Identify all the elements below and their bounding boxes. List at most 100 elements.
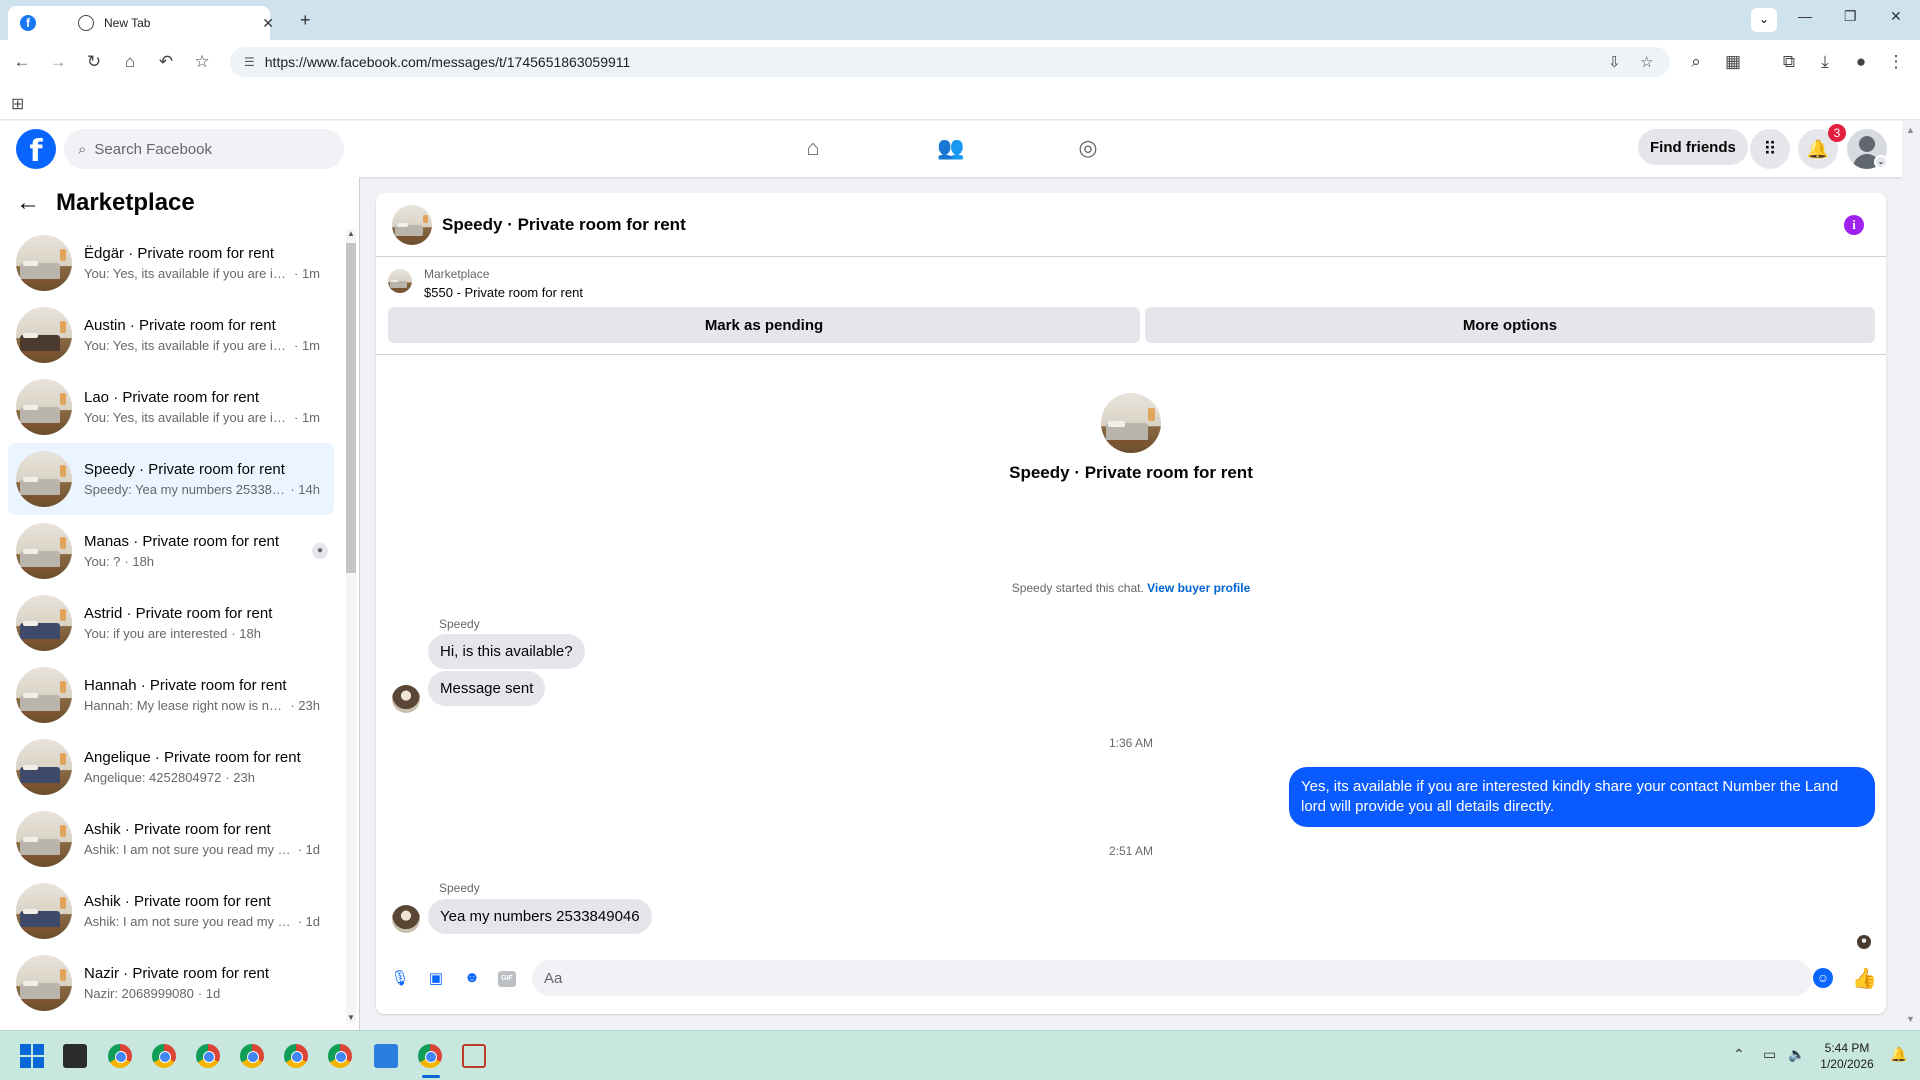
read-receipt-avatar [1857, 935, 1871, 949]
intro-thumbnail[interactable] [1101, 393, 1161, 453]
microphone-icon[interactable]: 🎙 [390, 969, 410, 989]
chat-title[interactable]: Speedy · Private room for rent [442, 215, 686, 235]
emoji-icon[interactable]: ☺ [1813, 968, 1833, 988]
photo-icon[interactable]: ▣ [426, 969, 446, 989]
globe-icon [78, 15, 94, 31]
system-clock[interactable]: 5:44 PM 1/20/2026 [1812, 1040, 1882, 1072]
back-icon[interactable]: ← [11, 52, 33, 72]
tab-new-tab[interactable]: New Tab ✕ [66, 6, 286, 40]
mark-as-pending-button[interactable]: Mark as pending [388, 307, 1140, 343]
home-nav-icon[interactable]: ⌂ [797, 135, 829, 163]
conversation-item[interactable]: Austin · Private room for rent You: Yes, … [8, 299, 334, 371]
conversation-preview: You: ? [84, 554, 121, 569]
zoom-icon[interactable]: ⌕ [1685, 52, 1707, 72]
install-app-icon[interactable]: ⇩ [1608, 53, 1621, 71]
profile-icon[interactable]: ● [1850, 52, 1872, 72]
chat-started-notice: Speedy started this chat. View buyer pro… [376, 581, 1886, 595]
incoming-message[interactable]: Hi, is this available? [428, 634, 585, 669]
outgoing-message[interactable]: Yes, its available if you are interested… [1289, 767, 1875, 827]
minimize-icon[interactable]: — [1798, 8, 1812, 24]
windows-start-icon[interactable] [20, 1044, 44, 1068]
crop-icon[interactable]: ⧉ [1778, 52, 1800, 72]
conversation-item[interactable]: Hannah · Private room for rent Hannah: My… [8, 659, 334, 731]
conversation-item[interactable]: Lao · Private room for rent You: Yes, its… [8, 371, 334, 443]
conversation-name: Astrid · Private room for rent [84, 605, 273, 622]
view-buyer-profile-link[interactable]: View buyer profile [1147, 581, 1250, 595]
conversation-item[interactable]: Angelique · Private room for rent Angeliq… [8, 731, 334, 803]
find-friends-button[interactable]: Find friends [1638, 129, 1748, 165]
close-tab-icon[interactable]: ✕ [262, 15, 274, 32]
listing-thumbnail[interactable] [388, 269, 412, 293]
bookmark-page-icon[interactable]: ☆ [1640, 53, 1653, 71]
message-input[interactable] [532, 960, 1812, 996]
listing-price-title[interactable]: $550 - Private room for rent [424, 285, 583, 300]
conversation-name: Nazir · Private room for rent [84, 965, 270, 982]
chrome-profile-icon[interactable] [328, 1044, 352, 1068]
conversation-item[interactable]: Manas · Private room for rent You: ? · 18h… [8, 515, 334, 587]
menu-grid-icon[interactable]: ⠿ [1750, 129, 1790, 169]
chrome-profile-icon[interactable] [196, 1044, 220, 1068]
chrome-profile-icon[interactable] [152, 1044, 176, 1068]
chrome-profile-icon[interactable] [284, 1044, 308, 1068]
home-icon[interactable]: ⌂ [119, 52, 141, 72]
sidebar-scrollbar[interactable]: ▲ ▼ [346, 229, 356, 1024]
conversation-time: · 1m [294, 338, 320, 353]
sidebar-header: ← Marketplace [16, 189, 195, 217]
conversation-item[interactable]: Speedy · Private room for rent Speedy: Ye… [8, 443, 334, 515]
conversation-item[interactable]: Ëdgär · Private room for rent You: Yes, i… [8, 227, 334, 299]
notification-bell-icon[interactable]: 🔔 [1890, 1046, 1907, 1063]
undo-icon[interactable]: ↶ [155, 52, 177, 72]
search-input[interactable] [94, 140, 315, 158]
info-icon[interactable]: i [1844, 215, 1864, 235]
new-tab-plus-icon[interactable]: + [300, 10, 311, 31]
reload-icon[interactable]: ↻ [83, 52, 105, 72]
active-app-indicator [422, 1075, 440, 1078]
bookmarks-bar: ⊞ [0, 84, 1920, 120]
downloads-icon[interactable]: ⤓ [1814, 52, 1836, 72]
chrome-profile-icon[interactable] [108, 1044, 132, 1068]
forward-icon[interactable]: → [47, 52, 69, 72]
chat-header: Speedy · Private room for rent i [376, 193, 1886, 257]
incoming-message[interactable]: Yea my numbers 2533849046 [428, 899, 652, 934]
chat-listing-thumbnail[interactable] [392, 204, 432, 245]
conversation-time: · 18h [124, 554, 155, 569]
tray-chevron-icon[interactable]: ⌃ [1733, 1046, 1745, 1063]
network-icon[interactable]: ▭ [1763, 1046, 1776, 1063]
conversation-item[interactable]: Ashik · Private room for rent Ashik: I am… [8, 803, 334, 875]
facebook-logo-icon[interactable]: f [16, 129, 56, 169]
thumbs-up-icon[interactable]: 👍 [1852, 966, 1877, 991]
terminal-app-icon[interactable] [63, 1044, 87, 1068]
more-options-button[interactable]: More options [1145, 307, 1875, 343]
site-info-icon[interactable]: ☰ [244, 55, 255, 69]
bookmark-star-icon[interactable]: ☆ [191, 52, 213, 72]
menu-dots-icon[interactable]: ⋮ [1885, 52, 1907, 72]
tab-label: New Tab [104, 16, 151, 30]
friends-nav-icon[interactable]: 👥 [935, 135, 967, 163]
qr-code-icon[interactable]: ▦ [1722, 52, 1744, 72]
back-arrow-icon[interactable]: ← [16, 189, 40, 217]
gif-icon[interactable]: GIF [498, 971, 516, 987]
sender-avatar[interactable] [392, 905, 420, 933]
conversation-time: · 23h [290, 698, 320, 713]
apps-grid-icon[interactable]: ⊞ [11, 94, 24, 114]
tab-search-chevron-icon[interactable]: ⌄ [1751, 8, 1777, 32]
snipping-tool-icon[interactable] [462, 1044, 486, 1068]
incoming-message[interactable]: Message sent [428, 671, 546, 706]
restore-icon[interactable]: ❐ [1844, 8, 1857, 25]
sender-avatar[interactable] [392, 685, 420, 713]
address-bar[interactable]: ☰ https://www.facebook.com/messages/t/17… [230, 47, 1670, 77]
conversation-time: · 1m [294, 266, 320, 281]
groups-nav-icon[interactable]: ◎ [1072, 135, 1104, 163]
facebook-search[interactable]: ⌕ [64, 129, 344, 169]
chrome-active-icon[interactable] [418, 1044, 442, 1068]
close-window-icon[interactable]: ✕ [1890, 8, 1902, 25]
chrome-profile-icon[interactable] [240, 1044, 264, 1068]
volume-icon[interactable]: 🔈 [1788, 1046, 1805, 1063]
account-chevron-icon[interactable]: ⌄ [1874, 155, 1888, 169]
sticker-icon[interactable]: ☻ [462, 969, 482, 989]
notepad-app-icon[interactable] [374, 1044, 398, 1068]
conversation-item[interactable]: Nazir · Private room for rent Nazir: 2068… [8, 947, 334, 1019]
conversation-item[interactable]: Ashik · Private room for rent Ashik: I am… [8, 875, 334, 947]
page-scrollbar[interactable]: ▲ ▼ [1902, 121, 1920, 1030]
conversation-item[interactable]: Astrid · Private room for rent You: if yo… [8, 587, 334, 659]
